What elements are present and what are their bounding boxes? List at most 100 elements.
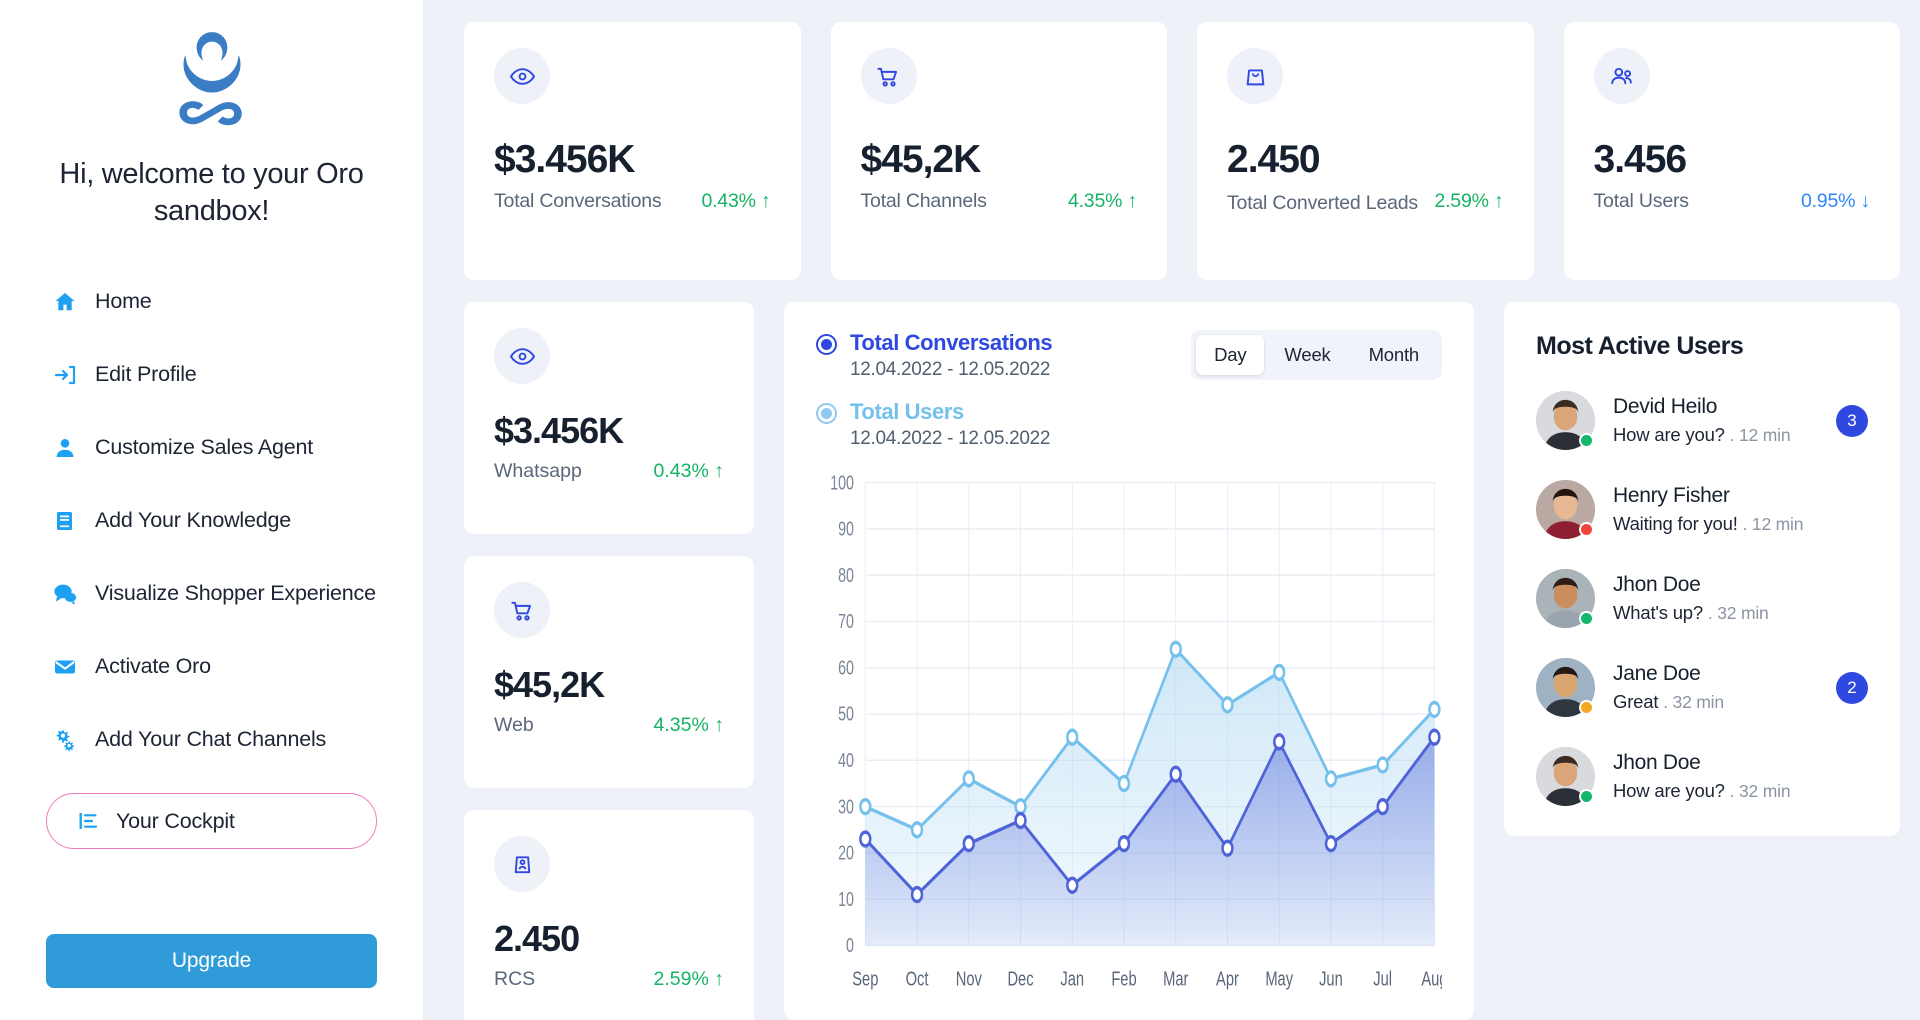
channel-label: Web xyxy=(494,714,534,737)
avatar-wrap xyxy=(1536,747,1595,806)
kpi-label: Total Users xyxy=(1594,190,1689,213)
unread-badge: 3 xyxy=(1836,405,1868,437)
sidebar-item-add-your-chat-channels[interactable]: Add Your Chat Channels xyxy=(46,718,377,761)
range-button-month[interactable]: Month xyxy=(1351,335,1437,375)
channel-footer: RCS 2.59% ↑ xyxy=(494,968,724,991)
kpi-footer: Total Converted Leads 2.59% ↑ xyxy=(1227,190,1504,216)
kpi-delta: 0.43% ↑ xyxy=(701,190,770,213)
user-list-item[interactable]: Henry FisherWaiting for you! . 12 min xyxy=(1536,480,1868,539)
message-time: . 32 min xyxy=(1730,781,1791,801)
bag-person-icon xyxy=(494,836,550,892)
sidebar-item-visualize-shopper-experience[interactable]: Visualize Shopper Experience xyxy=(46,572,377,615)
welcome-heading: Hi, welcome to your Oro sandbox! xyxy=(46,156,377,230)
panel-title: Most Active Users xyxy=(1536,332,1868,361)
range-toggle-group: Day Week Month xyxy=(1191,330,1442,380)
user-text: Jane DoeGreat . 32 min xyxy=(1613,662,1818,713)
status-dot xyxy=(1579,789,1594,804)
svg-text:Jan: Jan xyxy=(1060,967,1084,990)
svg-text:Dec: Dec xyxy=(1007,967,1033,990)
svg-text:Apr: Apr xyxy=(1216,967,1239,990)
envelope-icon xyxy=(52,654,78,680)
user-list-item[interactable]: Jane DoeGreat . 32 min 2 xyxy=(1536,658,1868,717)
sidebar-item-label: Add Your Chat Channels xyxy=(95,727,326,752)
kpi-label: Total Channels xyxy=(861,190,987,213)
kpi-card-total-users: 3.456 Total Users 0.95% ↓ xyxy=(1564,22,1901,280)
legend-item-total-conversations[interactable]: Total Conversations 12.04.2022 - 12.05.2… xyxy=(816,330,1052,381)
channel-card-web: $45,2K Web 4.35% ↑ xyxy=(464,556,754,788)
legend-title: Total Conversations xyxy=(850,330,1052,355)
channel-footer: Whatsapp 0.43% ↑ xyxy=(494,460,724,483)
eye-icon xyxy=(494,48,550,104)
sidebar-item-label: Visualize Shopper Experience xyxy=(95,581,376,606)
kpi-card-total-channels: $45,2K Total Channels 4.35% ↑ xyxy=(831,22,1168,280)
svg-text:60: 60 xyxy=(838,656,854,679)
kpi-delta: 0.95% ↓ xyxy=(1801,190,1870,213)
channel-card-whatsapp: $3.456K Whatsapp 0.43% ↑ xyxy=(464,302,754,534)
kpi-label: Total Conversations xyxy=(494,190,661,213)
user-list-item[interactable]: Jhon DoeWhat's up? . 32 min xyxy=(1536,569,1868,628)
channel-card-rcs: 2.450 RCS 2.59% ↑ xyxy=(464,810,754,1020)
channel-delta: 2.59% ↑ xyxy=(654,968,724,991)
user-message: How are you? . 32 min xyxy=(1613,780,1818,802)
message-text: What's up? xyxy=(1613,602,1703,623)
book-icon xyxy=(52,508,78,534)
svg-text:Oct: Oct xyxy=(906,967,929,990)
sidebar-item-home[interactable]: Home xyxy=(46,280,377,323)
user-text: Henry FisherWaiting for you! . 12 min xyxy=(1613,484,1818,535)
avatar-wrap xyxy=(1536,658,1595,717)
range-button-week[interactable]: Week xyxy=(1266,335,1348,375)
status-dot xyxy=(1579,433,1594,448)
users-list: Devid HeiloHow are you? . 12 min3Henry F… xyxy=(1536,391,1868,806)
channel-footer: Web 4.35% ↑ xyxy=(494,714,724,737)
message-text: How are you? xyxy=(1613,424,1725,445)
sidebar-item-your-cockpit[interactable]: Your Cockpit xyxy=(46,793,377,849)
kpi-card-total-converted-leads: 2.450 Total Converted Leads 2.59% ↑ xyxy=(1197,22,1534,280)
login-arrow-icon xyxy=(52,362,78,388)
user-list-item[interactable]: Devid HeiloHow are you? . 12 min3 xyxy=(1536,391,1868,450)
range-button-day[interactable]: Day xyxy=(1196,335,1264,375)
radio-selected-icon xyxy=(816,403,837,424)
sidebar-item-activate-oro[interactable]: Activate Oro xyxy=(46,645,377,688)
channel-label: RCS xyxy=(494,968,535,991)
message-time: . 12 min xyxy=(1730,425,1791,445)
sidebar-item-edit-profile[interactable]: Edit Profile xyxy=(46,353,377,396)
kpi-delta: 2.59% ↑ xyxy=(1434,190,1503,213)
unread-badge: 2 xyxy=(1836,672,1868,704)
main-content: $3.456K Total Conversations 0.43% ↑ $45,… xyxy=(424,0,1920,1020)
lower-region: $3.456K Whatsapp 0.43% ↑ $45,2K Web 4.35… xyxy=(464,302,1900,1020)
upgrade-button[interactable]: Upgrade xyxy=(46,934,377,988)
channel-value: $45,2K xyxy=(494,664,724,706)
sidebar-item-add-your-knowledge[interactable]: Add Your Knowledge xyxy=(46,499,377,542)
svg-text:30: 30 xyxy=(838,795,854,818)
channel-value: 2.450 xyxy=(494,918,724,960)
chart-list-icon xyxy=(75,808,101,834)
legend-item-total-users[interactable]: Total Users 12.04.2022 - 12.05.2022 xyxy=(816,399,1052,450)
channel-delta: 0.43% ↑ xyxy=(654,460,724,483)
meditation-person-logo xyxy=(164,26,260,138)
kpi-card-total-conversations: $3.456K Total Conversations 0.43% ↑ xyxy=(464,22,801,280)
channel-value: $3.456K xyxy=(494,410,724,452)
cart-icon xyxy=(861,48,917,104)
kpi-footer: Total Channels 4.35% ↑ xyxy=(861,190,1138,213)
svg-text:May: May xyxy=(1265,967,1293,990)
avatar-wrap xyxy=(1536,480,1595,539)
kpi-row: $3.456K Total Conversations 0.43% ↑ $45,… xyxy=(464,22,1900,280)
chart-panel: Total Conversations 12.04.2022 - 12.05.2… xyxy=(784,302,1474,1020)
svg-text:Jul: Jul xyxy=(1373,967,1392,990)
chat-bubbles-icon xyxy=(52,581,78,607)
cart-icon xyxy=(494,582,550,638)
user-list-item[interactable]: Jhon DoeHow are you? . 32 min xyxy=(1536,747,1868,806)
svg-text:40: 40 xyxy=(838,749,854,772)
user-message: What's up? . 32 min xyxy=(1613,602,1818,624)
home-icon xyxy=(52,289,78,315)
sidebar-item-customize-sales-agent[interactable]: Customize Sales Agent xyxy=(46,426,377,469)
user-name: Henry Fisher xyxy=(1613,484,1818,508)
svg-text:70: 70 xyxy=(838,610,854,633)
radio-selected-icon xyxy=(816,334,837,355)
channel-cards-column: $3.456K Whatsapp 0.43% ↑ $45,2K Web 4.35… xyxy=(464,302,754,1020)
avatar-wrap xyxy=(1536,569,1595,628)
channel-label: Whatsapp xyxy=(494,460,582,483)
svg-text:Aug: Aug xyxy=(1421,967,1442,990)
sidebar-item-label: Activate Oro xyxy=(95,654,211,679)
status-dot xyxy=(1579,522,1594,537)
